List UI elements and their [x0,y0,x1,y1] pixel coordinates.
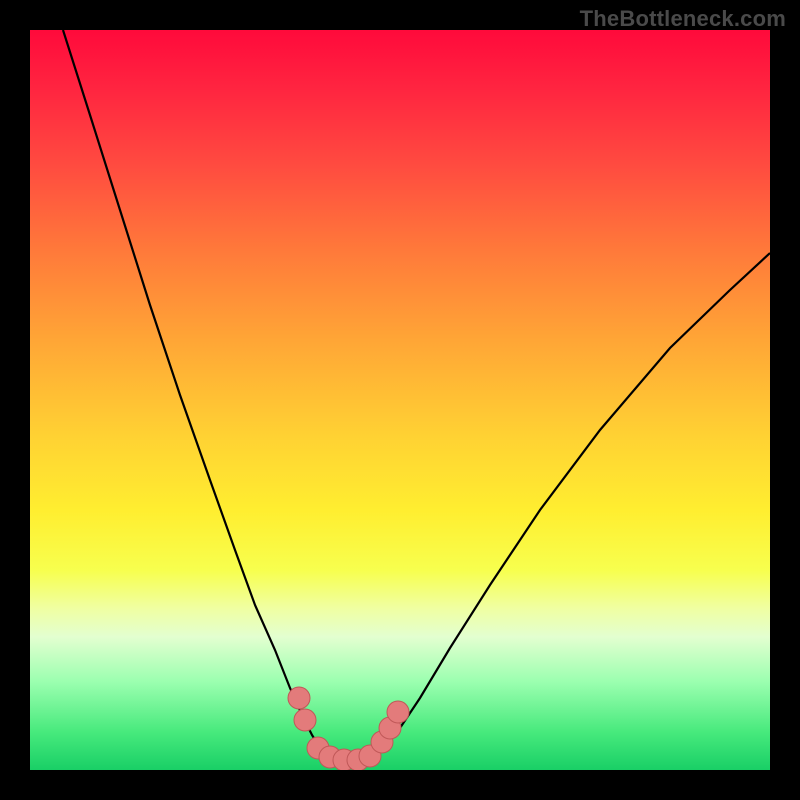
valley-dot [387,701,409,723]
bottleneck-curve [30,30,770,770]
watermark-text: TheBottleneck.com [580,6,786,32]
bottleneck-curve-path [63,30,770,762]
valley-dot [294,709,316,731]
valley-dot [288,687,310,709]
